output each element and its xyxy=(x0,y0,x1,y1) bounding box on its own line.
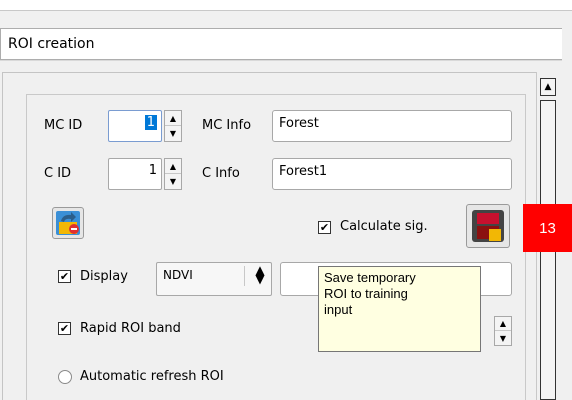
mc-id-label: MC ID xyxy=(44,118,83,133)
spin-down-icon[interactable]: ▼ xyxy=(165,174,181,189)
spin-down-icon[interactable]: ▼ xyxy=(165,126,181,141)
c-id-spin-buttons[interactable]: ▲ ▼ xyxy=(164,158,182,190)
c-id-value: 1 xyxy=(148,163,157,178)
rapid-roi-band-checkbox[interactable]: ✔ xyxy=(58,322,71,335)
automatic-refresh-radio[interactable] xyxy=(58,370,72,384)
display-select-value: NDVI xyxy=(163,268,193,282)
rapid-roi-band-spin-buttons[interactable]: ▲ ▼ xyxy=(494,316,512,346)
mc-id-value: 1 xyxy=(144,115,157,130)
save-roi-tooltip: Save temporary ROI to training input xyxy=(318,266,481,352)
top-strip xyxy=(0,0,572,10)
c-info-input[interactable]: Forest1 xyxy=(272,158,512,190)
mc-info-input[interactable]: Forest xyxy=(272,110,512,142)
spin-up-icon[interactable]: ▲ xyxy=(165,159,181,174)
mc-id-spin-buttons[interactable]: ▲ ▼ xyxy=(164,110,182,142)
c-id-spinbox[interactable]: 1 xyxy=(108,158,162,190)
automatic-refresh-label: Automatic refresh ROI xyxy=(80,369,224,384)
undo-roi-button[interactable] xyxy=(52,207,84,239)
calculate-sig-label: Calculate sig. xyxy=(340,219,428,234)
display-select[interactable]: NDVI ▲ ▼ xyxy=(156,262,272,296)
spin-down-icon[interactable]: ▼ xyxy=(495,331,511,345)
mc-info-label: MC Info xyxy=(202,118,252,133)
step-number-badge: 13 xyxy=(523,204,572,252)
c-id-label: C ID xyxy=(44,166,72,181)
combo-separator xyxy=(244,266,245,286)
rapid-roi-band-label: Rapid ROI band xyxy=(80,321,181,336)
scroll-up-icon[interactable]: ▲ xyxy=(540,78,556,96)
updown-arrows-icon: ▲ ▼ xyxy=(255,263,265,286)
display-checkbox[interactable]: ✔ xyxy=(58,270,71,283)
mc-id-spinbox[interactable]: 1 xyxy=(108,110,162,142)
calculate-sig-checkbox[interactable]: ✔ xyxy=(318,221,331,234)
panel-title: ROI creation xyxy=(8,36,95,52)
spin-up-icon[interactable]: ▲ xyxy=(495,317,511,331)
c-info-label: C Info xyxy=(202,166,240,181)
spin-up-icon[interactable]: ▲ xyxy=(165,111,181,126)
panel-divider xyxy=(0,60,572,61)
save-roi-icon xyxy=(472,210,504,242)
display-label: Display xyxy=(80,269,128,284)
undo-roi-icon xyxy=(56,211,80,235)
save-roi-button[interactable] xyxy=(466,204,510,248)
